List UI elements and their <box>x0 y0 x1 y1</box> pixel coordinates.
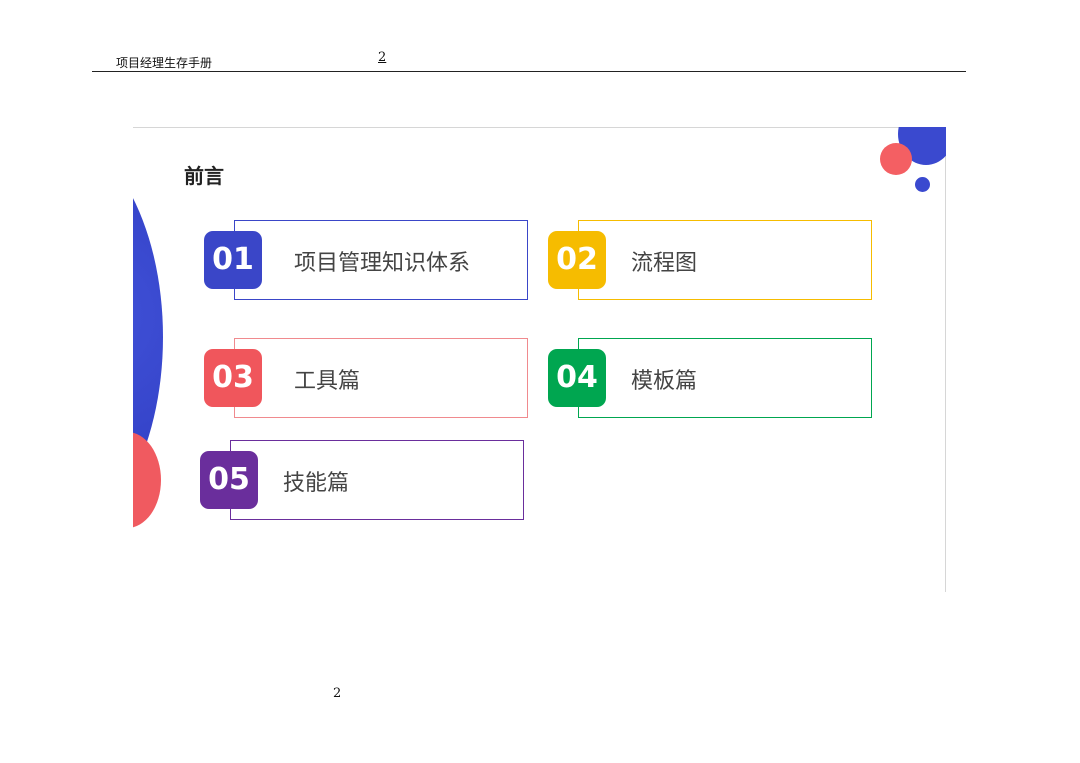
toc-item-01[interactable]: 01 项目管理知识体系 <box>204 220 534 304</box>
toc-item-number: 02 <box>548 231 606 289</box>
toc-item-label: 工具篇 <box>294 369 361 394</box>
footer-page-number: 2 <box>333 686 342 701</box>
toc-item-label: 模板篇 <box>631 369 698 394</box>
toc-item-frame <box>230 440 524 520</box>
toc-item-04[interactable]: 04 模板篇 <box>548 338 878 422</box>
toc-item-label: 项目管理知识体系 <box>294 251 471 276</box>
slide-heading: 前言 <box>184 164 224 188</box>
toc-item-number: 03 <box>204 349 262 407</box>
decorative-red-circle-top-right <box>880 143 912 175</box>
document-title: 项目经理生存手册 <box>116 56 213 70</box>
decorative-red-circle-left <box>133 432 161 528</box>
toc-item-label: 技能篇 <box>283 471 350 496</box>
toc-item-05[interactable]: 05 技能篇 <box>200 440 530 524</box>
toc-item-02[interactable]: 02 流程图 <box>548 220 878 304</box>
header-page-number: 2 <box>378 50 387 65</box>
preface-slide: 前言 01 项目管理知识体系 02 流程图 03 工具篇 04 模板篇 05 技… <box>133 127 946 592</box>
header-rule <box>92 71 966 72</box>
toc-item-frame <box>578 338 872 418</box>
decorative-blue-dot <box>915 177 930 192</box>
slide-top-border <box>133 127 946 128</box>
toc-item-number: 05 <box>200 451 258 509</box>
toc-item-frame <box>234 338 528 418</box>
toc-item-number: 01 <box>204 231 262 289</box>
toc-item-frame <box>578 220 872 300</box>
toc-item-label: 流程图 <box>631 251 698 276</box>
toc-item-number: 04 <box>548 349 606 407</box>
toc-item-03[interactable]: 03 工具篇 <box>204 338 534 422</box>
slide-right-border <box>945 127 946 592</box>
